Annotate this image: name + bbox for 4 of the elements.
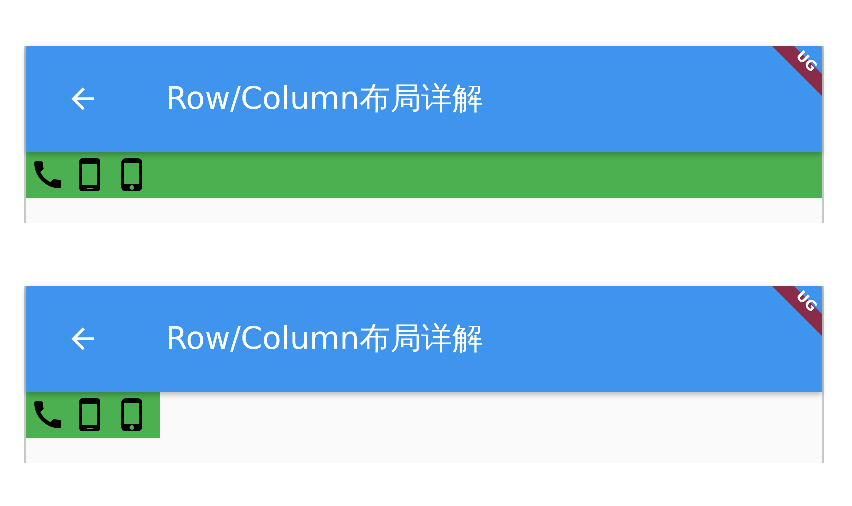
- app-title: Row/Column布局详解: [166, 80, 484, 119]
- debug-banner-label: UG: [792, 48, 820, 76]
- app-title: Row/Column布局详解: [166, 320, 484, 359]
- debug-banner-label: UG: [792, 288, 820, 316]
